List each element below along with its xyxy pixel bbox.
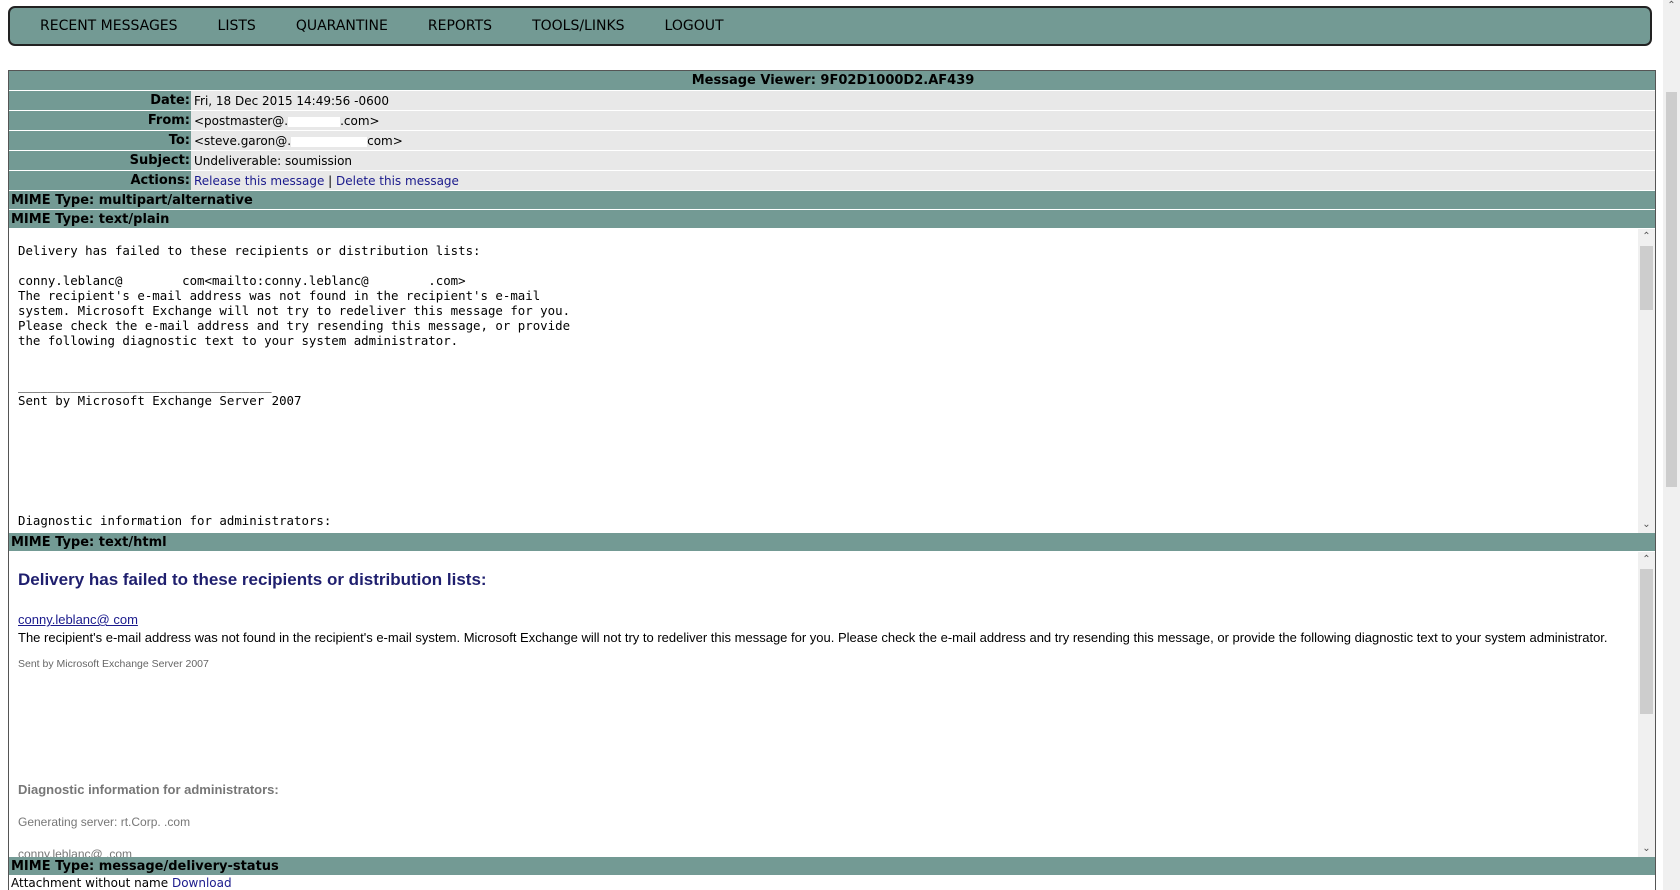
page-scroll-thumb[interactable] [1666,92,1677,487]
redaction [291,136,368,147]
actions-row: Actions: Release this message | Delete t… [9,171,1655,191]
recipient-line: conny.leblanc@ com [18,612,1655,627]
message-viewer: Message Viewer: 9F02D1000D2.AF439 Date: … [8,70,1656,890]
nav-tools-links[interactable]: TOOLS/LINKS [532,18,624,34]
from-label: From: [9,111,191,130]
mime-html-header: MIME Type: text/html [9,533,1655,552]
diagnostic-heading: Diagnostic information for administrator… [18,782,279,797]
scroll-thumb[interactable] [1640,569,1653,714]
subject-label: Subject: [9,151,191,170]
from-suffix: .com> [340,114,380,128]
recipient-link[interactable]: conny.leblanc@ com [18,612,138,627]
date-value: Fri, 18 Dec 2015 14:49:56 -0600 [191,91,1655,110]
plain-text-body: Delivery has failed to these recipients … [18,243,571,528]
from-prefix: <postmaster@. [194,114,289,128]
nav-quarantine[interactable]: QUARANTINE [296,18,388,34]
html-pane[interactable]: Delivery has failed to these recipients … [9,552,1655,857]
subject-row: Subject: Undeliverable: soumission [9,151,1655,171]
to-suffix: com> [367,134,403,148]
sent-by: Sent by Microsoft Exchange Server 2007 [18,658,209,670]
subject-value: Undeliverable: soumission [191,151,1655,170]
to-label: To: [9,131,191,150]
nav-recent-messages[interactable]: RECENT MESSAGES [40,18,178,34]
from-value: <postmaster@. .com> [191,111,1655,130]
download-link[interactable]: Download [172,876,232,890]
scroll-down-icon[interactable]: ⌄ [1638,517,1655,533]
mime-delivery-status-header: MIME Type: message/delivery-status [9,857,1655,876]
actions-label: Actions: [9,171,191,190]
to-prefix: <steve.garon@. [194,134,292,148]
generating-server: Generating server: rt.Corp. .com [18,815,191,829]
attachment-text: Attachment without name [11,876,169,890]
delete-message-link[interactable]: Delete this message [336,174,459,188]
html-content: Delivery has failed to these recipients … [9,552,1655,857]
action-separator: | [328,174,333,188]
recipient-diag-line: conny.leblanc@ .com [18,847,133,857]
nav-lists[interactable]: LISTS [218,18,256,34]
page-scrollbar[interactable]: ⌃ [1663,0,1680,890]
plain-pane-scrollbar[interactable]: ⌃ ⌄ [1638,229,1655,533]
to-value: <steve.garon@. com> [191,131,1655,150]
scroll-thumb[interactable] [1640,246,1653,310]
nav-logout[interactable]: LOGOUT [665,18,724,34]
mime-multipart-header: MIME Type: multipart/alternative [9,191,1655,210]
mime-plain-header: MIME Type: text/plain [9,210,1655,229]
viewer-title: Message Viewer: 9F02D1000D2.AF439 [9,71,1655,91]
date-label: Date: [9,91,191,110]
release-message-link[interactable]: Release this message [194,174,324,188]
html-paragraph: The recipient's e-mail address was not f… [18,630,1608,645]
scroll-up-icon[interactable]: ⌃ [1638,229,1655,245]
plain-text-pane[interactable]: Delivery has failed to these recipients … [9,229,1655,533]
from-row: From: <postmaster@. .com> [9,111,1655,131]
nav-reports[interactable]: REPORTS [428,18,492,34]
date-row: Date: Fri, 18 Dec 2015 14:49:56 -0600 [9,91,1655,111]
scroll-up-icon[interactable]: ⌃ [1638,552,1655,568]
html-pane-scrollbar[interactable]: ⌃ ⌄ [1638,552,1655,857]
redaction [288,116,341,127]
actions-value: Release this message | Delete this messa… [191,171,1655,190]
to-row: To: <steve.garon@. com> [9,131,1655,151]
attachment-row: Attachment without name Download [9,876,1655,890]
page-scroll-up-icon[interactable]: ⌃ [1663,0,1680,16]
html-heading: Delivery has failed to these recipients … [18,570,487,589]
scroll-down-icon[interactable]: ⌄ [1638,841,1655,857]
top-navigation: RECENT MESSAGES LISTS QUARANTINE REPORTS… [8,6,1652,46]
